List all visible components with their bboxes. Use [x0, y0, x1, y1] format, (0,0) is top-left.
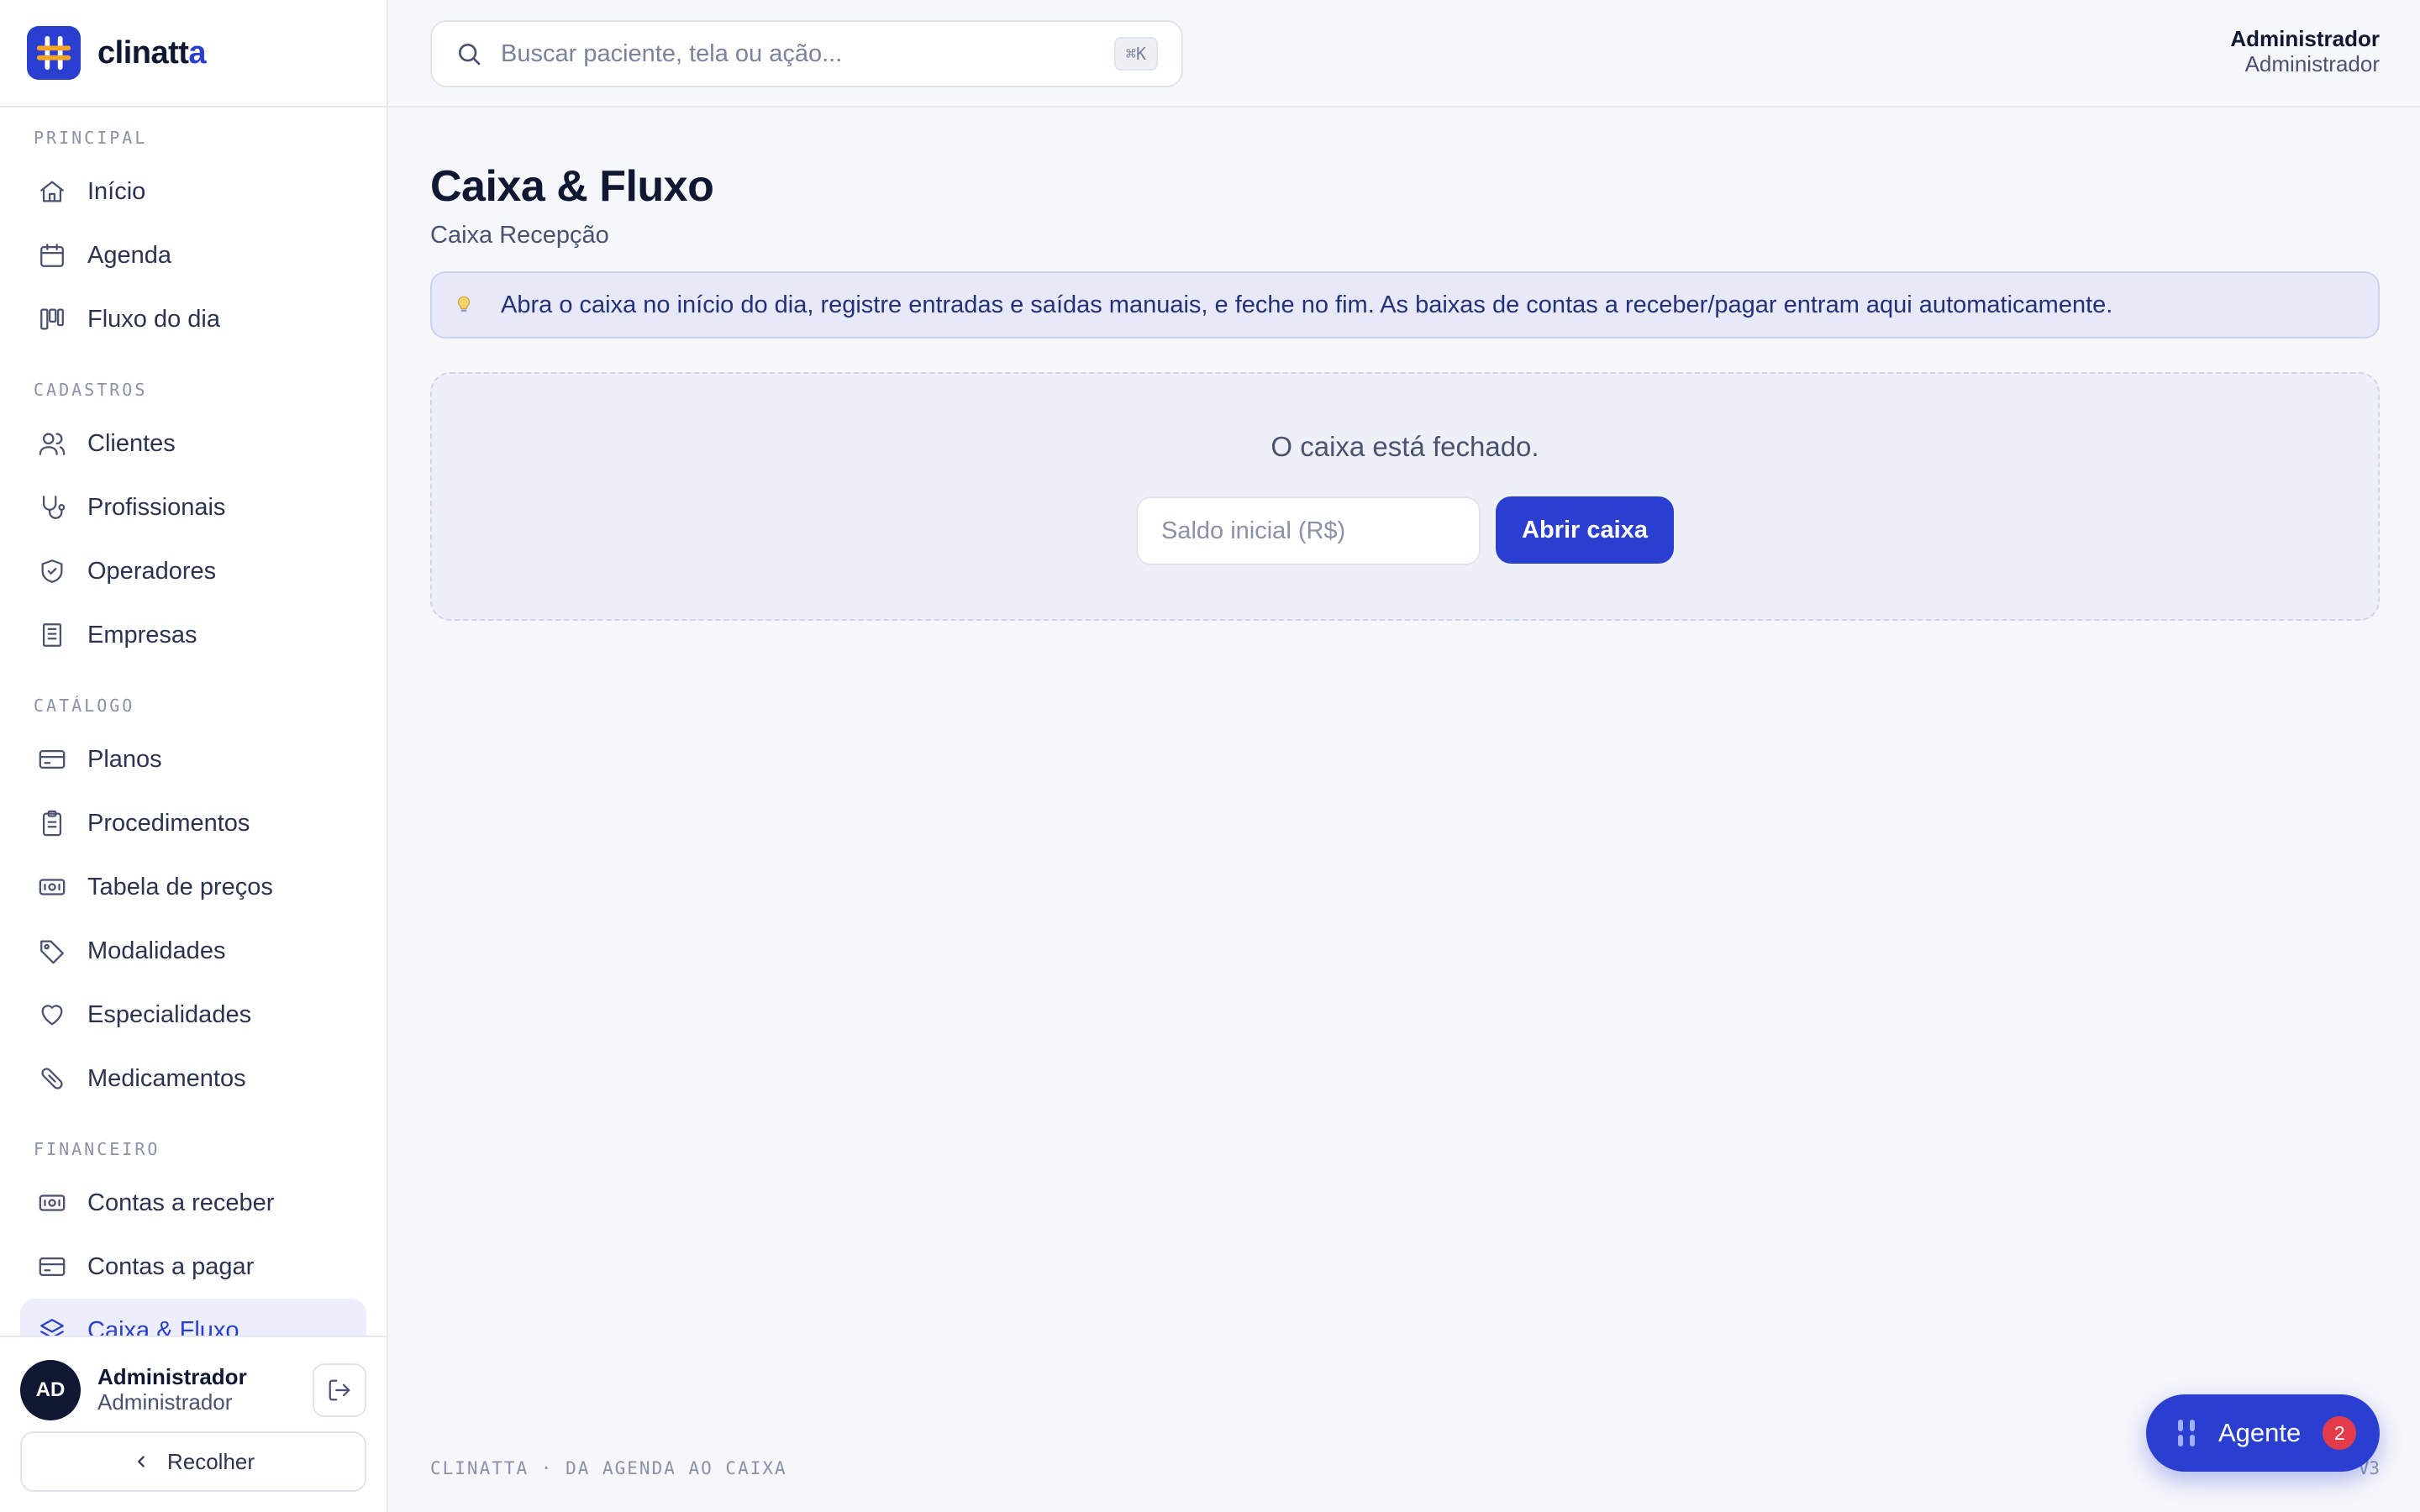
brand[interactable]: clinatta	[0, 0, 387, 108]
user-profile: AD Administrador Administrador	[20, 1359, 366, 1421]
topbar: Buscar paciente, tela ou ação... ⌘K Admi…	[388, 0, 2420, 108]
credit-card-icon	[37, 1252, 67, 1282]
topbar-user[interactable]: Administrador Administrador	[2230, 26, 2380, 77]
page-subtitle: Caixa Recepção	[430, 222, 609, 249]
topbar-user-name: Administrador	[2230, 26, 2380, 51]
sidebar-item-especialidades[interactable]: Especialidades	[20, 983, 366, 1047]
nav-section-title: CATÁLOGO	[34, 696, 135, 716]
sidebar-item-label: Contas a receber	[87, 1189, 275, 1216]
sidebar-item-planos[interactable]: Planos	[20, 727, 366, 791]
layers-icon	[37, 1315, 67, 1336]
sidebar-item-tabela-de-precos[interactable]: Tabela de preços	[20, 855, 366, 919]
sidebar-footer: AD Administrador Administrador Recolher	[0, 1336, 387, 1512]
agent-label: Agente	[2218, 1418, 2302, 1447]
sidebar-item-label: Procedimentos	[87, 809, 250, 837]
sidebar-item-medicamentos[interactable]: Medicamentos	[20, 1047, 366, 1110]
sidebar-item-label: Caixa & Fluxo	[87, 1316, 239, 1336]
sidebar-item-inicio[interactable]: Início	[20, 160, 366, 223]
saldo-inicial-input[interactable]	[1136, 496, 1481, 565]
sidebar-item-modalidades[interactable]: Modalidades	[20, 919, 366, 983]
sidebar-item-operadores[interactable]: Operadores	[20, 539, 366, 603]
sidebar-item-procedimentos[interactable]: Procedimentos	[20, 791, 366, 855]
kanban-icon	[37, 304, 67, 334]
lightbulb-icon	[452, 293, 476, 317]
cash-closed-message: O caixa está fechado.	[1270, 431, 1539, 462]
sidebar-item-label: Profissionais	[87, 493, 226, 521]
home-icon	[37, 176, 67, 207]
sidebar-item-label: Clientes	[87, 429, 176, 457]
calendar-icon	[37, 240, 67, 270]
tag-icon	[37, 936, 67, 966]
search-bar[interactable]: Buscar paciente, tela ou ação... ⌘K	[430, 20, 1183, 87]
main-content: Caixa & Fluxo Caixa Recepção Abra o caix…	[430, 108, 2380, 621]
nav-section-title: FINANCEIRO	[34, 1139, 160, 1159]
search-icon	[459, 44, 481, 66]
logout-button[interactable]	[313, 1363, 366, 1417]
search-input[interactable]: Buscar paciente, tela ou ação...	[501, 40, 1096, 68]
tip-text: Abra o caixa no início do dia, registre …	[501, 291, 2113, 318]
building-icon	[37, 620, 67, 650]
chevron-left-icon	[138, 1456, 145, 1467]
clinatta-logo-icon	[27, 26, 81, 80]
cash-closed-panel: O caixa está fechado. Abrir caixa	[430, 372, 2380, 621]
sidebar-item-agenda[interactable]: Agenda	[20, 223, 366, 287]
page-title: Caixa & Fluxo	[430, 162, 714, 211]
nav-section-title: CADASTROS	[34, 380, 148, 400]
sidebar-item-caixa-fluxo[interactable]: Caixa & Fluxo	[20, 1299, 366, 1336]
clipboard-icon	[37, 808, 67, 838]
app-root: clinatta PRINCIPAL Início Agenda Fluxo do d…	[0, 0, 2420, 1512]
sidebar-item-profissionais[interactable]: Profissionais	[20, 475, 366, 539]
credit-card-icon	[37, 744, 67, 774]
sidebar-item-label: Medicamentos	[87, 1064, 246, 1092]
shield-icon	[37, 556, 67, 586]
topbar-user-role: Administrador	[2244, 50, 2380, 76]
tip-banner: Abra o caixa no início do dia, registre …	[430, 271, 2380, 339]
sidebar-item-label: Especialidades	[87, 1000, 252, 1028]
sidebar-item-label: Contas a pagar	[87, 1252, 255, 1280]
stethoscope-icon	[37, 492, 67, 522]
banknote-icon	[37, 1188, 67, 1218]
sidebar-item-label: Tabela de preços	[87, 873, 273, 900]
open-cash-button[interactable]: Abrir caixa	[1496, 496, 1674, 564]
sidebar-item-label: Empresas	[87, 621, 197, 648]
avatar[interactable]: AD	[20, 1360, 81, 1420]
agent-grip-icon	[2178, 1420, 2195, 1446]
sidebar-nav: PRINCIPAL Início Agenda Fluxo do dia CADASTR…	[0, 108, 387, 1336]
agent-button[interactable]: Agente 2	[2146, 1394, 2380, 1472]
sidebar-item-fluxo-do-dia[interactable]: Fluxo do dia	[20, 287, 366, 351]
logout-icon	[329, 1379, 350, 1401]
sidebar-item-contas-a-pagar[interactable]: Contas a pagar	[20, 1235, 366, 1299]
collapse-sidebar-button[interactable]: Recolher	[20, 1431, 366, 1492]
open-cash-form: Abrir caixa	[432, 496, 2378, 565]
pill-icon	[37, 1063, 67, 1094]
sidebar-item-label: Planos	[87, 745, 162, 773]
sidebar-item-clientes[interactable]: Clientes	[20, 412, 366, 475]
sidebar-item-label: Fluxo do dia	[87, 305, 220, 333]
sidebar-item-label: Modalidades	[87, 937, 226, 964]
user-role: Administrador	[97, 1389, 233, 1415]
sidebar-item-contas-a-receber[interactable]: Contas a receber	[20, 1171, 366, 1235]
heart-icon	[37, 1000, 67, 1030]
user-name: Administrador	[97, 1364, 247, 1390]
sidebar-item-label: Operadores	[87, 557, 217, 585]
user-meta: Administrador Administrador	[97, 1364, 296, 1415]
footer-tagline: CLINATTA · DA AGENDA AO CAIXA	[430, 1458, 787, 1478]
search-shortcut-badge: ⌘K	[1113, 37, 1158, 71]
sidebar-item-label: Agenda	[87, 241, 171, 269]
collapse-label: Recolher	[166, 1448, 255, 1474]
sidebar: clinatta PRINCIPAL Início Agenda Fluxo do d…	[0, 0, 388, 1512]
banknote-icon	[37, 872, 67, 902]
sidebar-item-label: Início	[87, 177, 146, 205]
nav-section-title: PRINCIPAL	[34, 128, 148, 148]
users-icon	[37, 428, 67, 459]
brand-name: clinatta	[97, 34, 207, 71]
sidebar-item-empresas[interactable]: Empresas	[20, 603, 366, 667]
agent-notification-badge: 2	[2323, 1416, 2357, 1450]
